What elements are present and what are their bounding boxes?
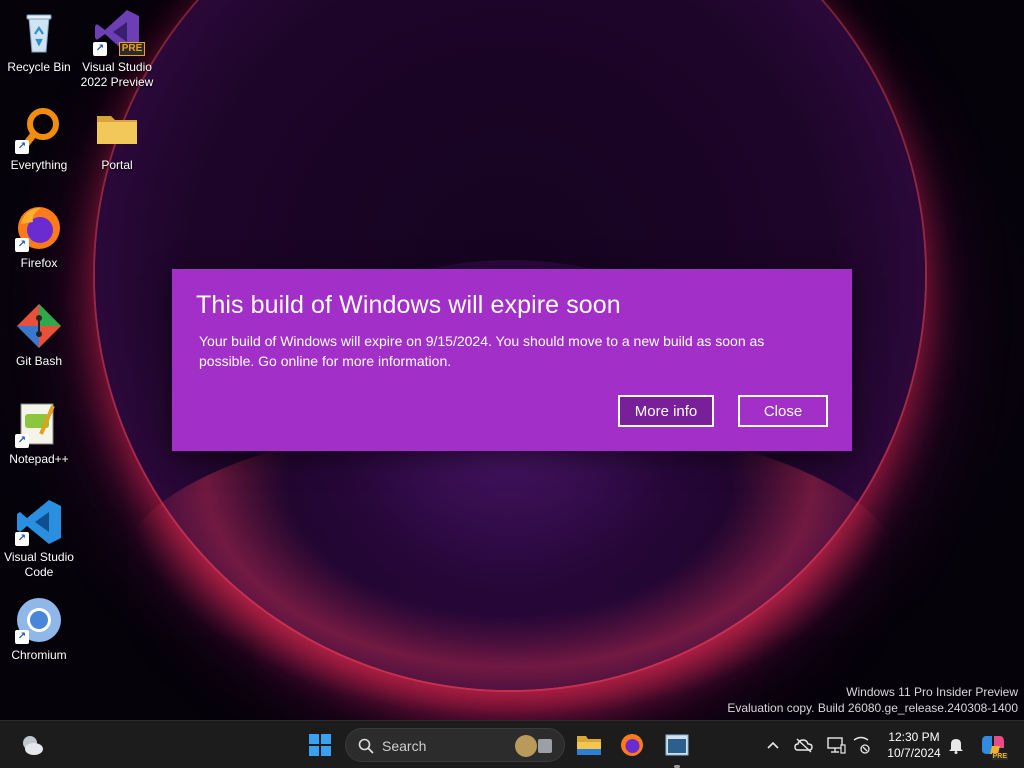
shortcut-arrow-icon: ↗: [15, 532, 29, 546]
desktop-icon-label: Everything: [10, 158, 68, 172]
chevron-up-icon: [767, 741, 779, 749]
firefox-icon: ↗: [15, 204, 63, 252]
tray-network[interactable]: [852, 735, 872, 755]
desktop-icon-recycle-bin[interactable]: Recycle Bin: [1, 8, 77, 75]
visual-studio-icon: PRE ↗: [93, 8, 145, 56]
desktop-icon-label: Notepad++: [9, 452, 69, 466]
dialog-message: Your build of Windows will expire on 9/1…: [199, 333, 765, 369]
desktop-icon-label: Chromium: [11, 648, 67, 662]
evaluation-watermark: Windows 11 Pro Insider Preview Evaluatio…: [727, 684, 1018, 716]
desktop-icon-chromium[interactable]: ↗ Chromium: [1, 596, 77, 663]
clock-time: 12:30 PM: [888, 730, 940, 744]
show-hidden-icons-button[interactable]: [763, 735, 783, 755]
taskbar-file-explorer[interactable]: [573, 729, 605, 761]
notifications-button[interactable]: [946, 735, 966, 755]
firefox-icon: [621, 734, 643, 756]
tray-onedrive[interactable]: [794, 735, 814, 755]
watermark-edition: Windows 11 Pro Insider Preview: [846, 685, 1018, 699]
taskbar-terminal[interactable]: [661, 729, 693, 761]
clock-date: 10/7/2024: [887, 746, 941, 760]
copilot-preview-badge: PRE: [991, 753, 1008, 760]
onedrive-icon: [794, 738, 813, 753]
desktop-icon-portal[interactable]: Portal: [79, 106, 155, 173]
close-button[interactable]: Close: [738, 395, 828, 427]
windows-logo-icon: [309, 734, 331, 756]
shortcut-arrow-icon: ↗: [15, 434, 29, 448]
dialog-title: This build of Windows will expire soon: [196, 291, 621, 319]
vscode-icon: ↗: [15, 498, 63, 546]
folder-icon: [93, 106, 141, 154]
start-button[interactable]: [304, 729, 336, 761]
more-info-button[interactable]: More info: [618, 395, 714, 427]
taskbar-search[interactable]: Search: [345, 728, 565, 762]
everything-icon: ↗: [15, 106, 63, 154]
preview-badge: PRE: [119, 42, 145, 56]
desktop-icon-label: Visual Studio Code: [4, 550, 74, 579]
notepad-plus-plus-icon: ↗: [15, 400, 63, 448]
desktop-icon-label: Git Bash: [15, 354, 63, 368]
recycle-bin-icon: [15, 8, 63, 56]
chromium-icon: ↗: [15, 596, 63, 644]
copilot-button[interactable]: PRE: [980, 732, 1008, 760]
desktop-icon-git-bash[interactable]: Git Bash: [1, 302, 77, 369]
taskbar-firefox[interactable]: [616, 729, 648, 761]
desktop-icon-visual-studio[interactable]: PRE ↗ Visual Studio 2022 Preview: [79, 8, 155, 90]
desktop-icon-label: Recycle Bin: [7, 60, 71, 74]
taskbar-clock[interactable]: 12:30 PM 10/7/2024: [878, 729, 950, 761]
terminal-icon: [665, 734, 689, 756]
git-bash-icon: [15, 302, 63, 350]
shortcut-arrow-icon: ↗: [15, 630, 29, 644]
taskbar: Search 12:30 PM 10/7/2024 PRE: [0, 720, 1024, 768]
tray-display[interactable]: [826, 735, 846, 755]
desktop-icon-firefox[interactable]: ↗ Firefox: [1, 204, 77, 271]
file-explorer-icon: [577, 736, 601, 755]
weather-widget-icon: [23, 736, 43, 755]
shortcut-arrow-icon: ↗: [15, 238, 29, 252]
search-icon: [358, 738, 374, 754]
desktop-icon-label: Visual Studio 2022 Preview: [80, 60, 154, 89]
display-icon: [827, 737, 846, 754]
watermark-build: Evaluation copy. Build 26080.ge_release.…: [727, 701, 1018, 715]
widgets-button[interactable]: [16, 729, 48, 761]
desktop-icon-label: Firefox: [20, 256, 58, 270]
build-expiry-dialog: This build of Windows will expire soon Y…: [172, 269, 852, 451]
desktop-icon-vscode[interactable]: ↗ Visual Studio Code: [1, 498, 77, 580]
notification-bell-icon: [949, 739, 963, 754]
desktop-icon-label: Portal: [101, 158, 133, 172]
search-highlight-icon: [515, 735, 552, 757]
search-placeholder: Search: [382, 738, 427, 754]
network-icon: [853, 736, 870, 754]
desktop-icon-everything[interactable]: ↗ Everything: [1, 106, 77, 173]
shortcut-arrow-icon: ↗: [93, 42, 107, 56]
desktop-icon-notepad-plus-plus[interactable]: ↗ Notepad++: [1, 400, 77, 467]
shortcut-arrow-icon: ↗: [15, 140, 29, 154]
